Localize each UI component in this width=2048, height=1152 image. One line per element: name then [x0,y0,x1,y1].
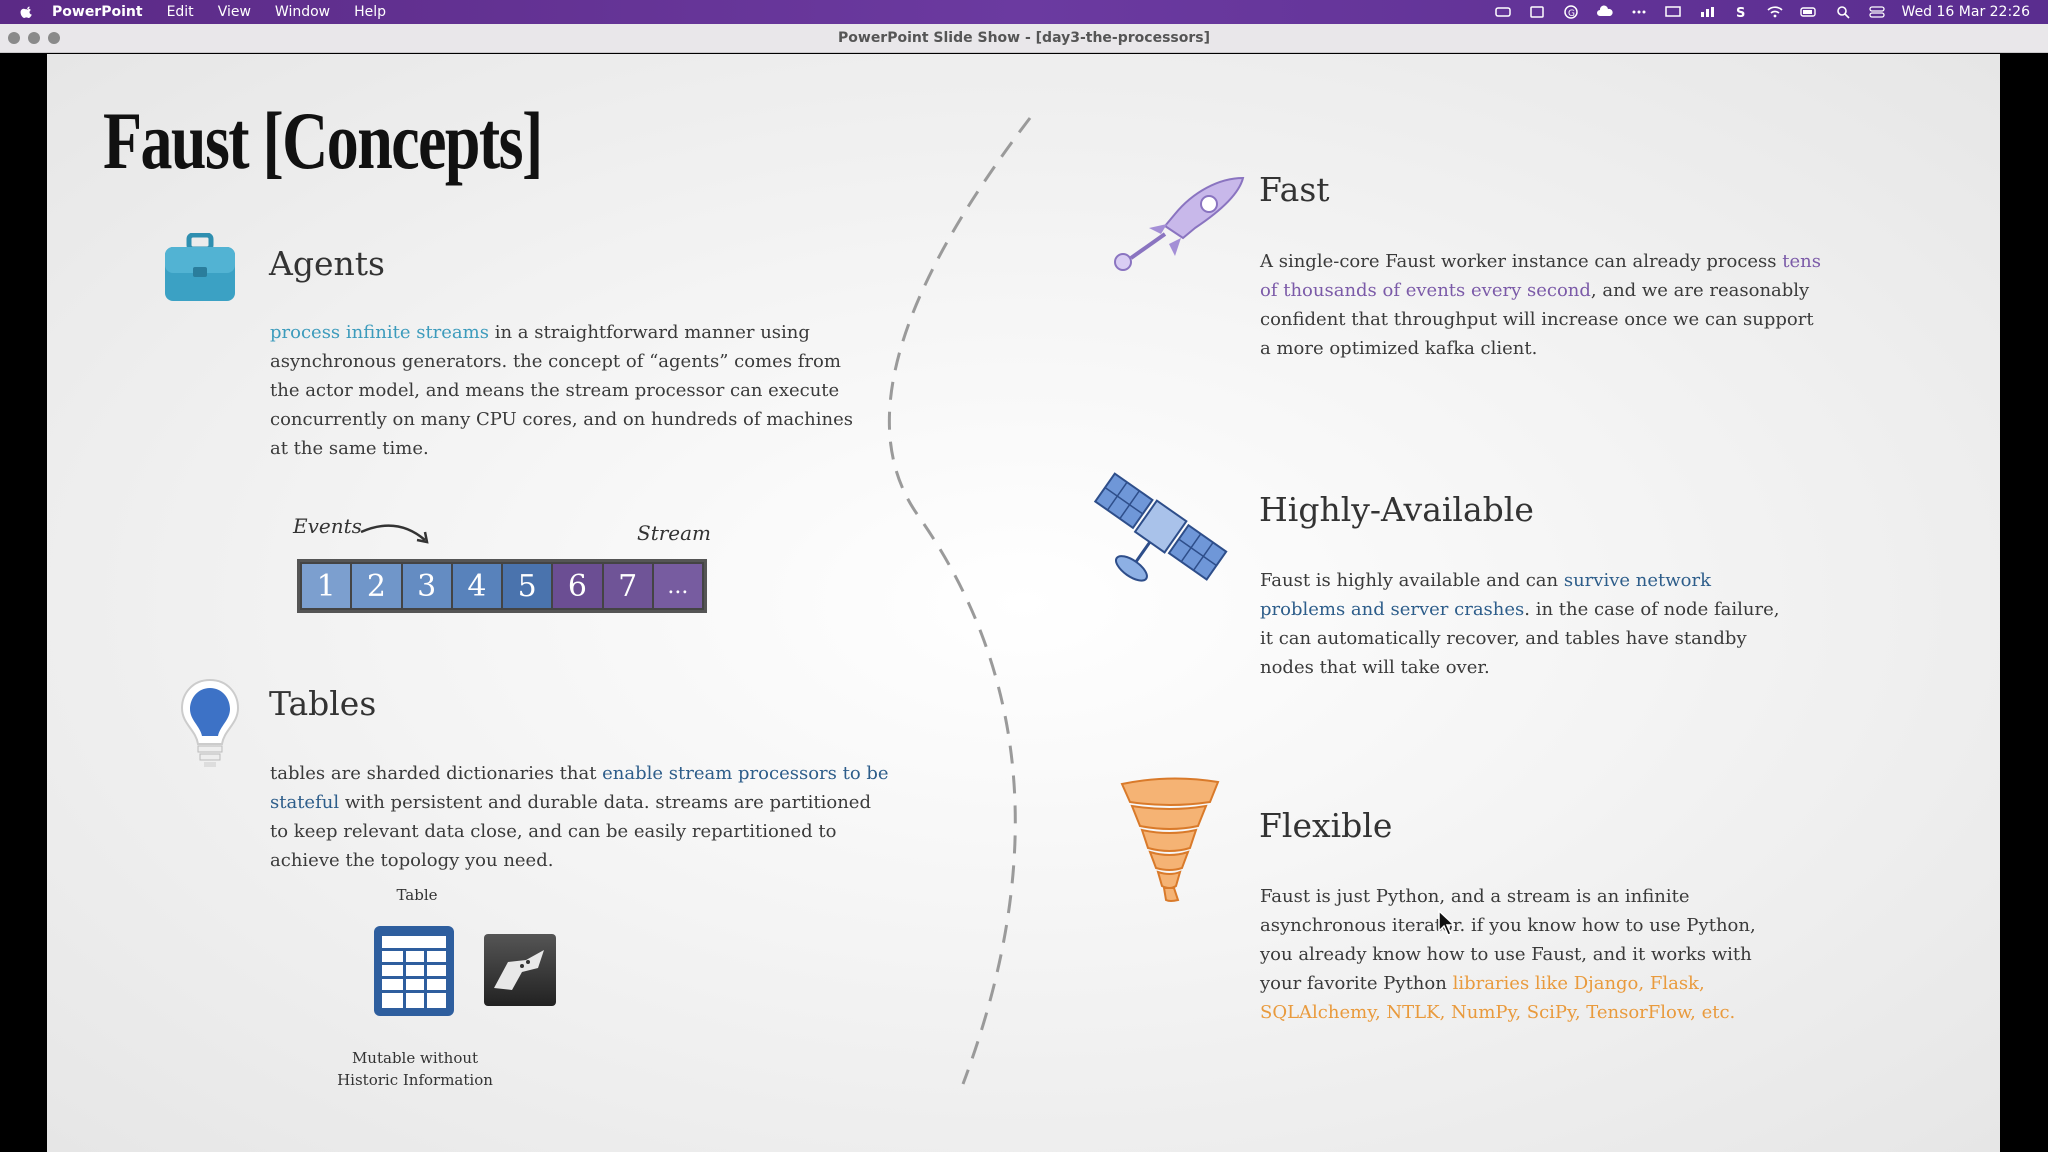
stream-cell: 4 [452,564,501,608]
cloud-icon[interactable] [1596,5,1614,19]
lightbulb-icon [180,678,240,774]
table-caption-line2: Historic Information [337,1071,493,1089]
tables-pre: tables are sharded dictionaries that [270,763,603,784]
slide: Faust [Concepts] Agents process infinite… [47,54,2000,1152]
stream-cell: 7 [603,564,652,608]
table-caption: Mutable without Historic Information [325,1047,505,1091]
grammar-icon[interactable]: G [1562,5,1580,19]
stream-diagram: 1 2 3 4 5 6 7 ... [297,559,707,613]
tables-post: with persistent and durable data. stream… [270,792,871,871]
wifi-icon[interactable] [1766,5,1784,19]
menu-window[interactable]: Window [275,4,330,20]
faust-logo-icon [482,932,558,1008]
chart-icon[interactable] [1698,5,1716,19]
menu-help[interactable]: Help [354,4,386,20]
stream-cell: 1 [302,564,351,608]
table-icon [372,924,456,1018]
stream-cell: ... [653,564,702,608]
stream-cell: 2 [352,564,401,608]
ha-pre: Faust is highly available and can [1260,570,1564,591]
table-caption-line1: Mutable without [351,1049,479,1067]
agents-heading: Agents [269,244,385,283]
fast-pre: A single-core Faust worker instance can … [1260,251,1783,272]
tornado-icon [1120,776,1220,902]
satellite-icon [1089,459,1229,599]
tables-text: tables are sharded dictionaries that ena… [270,759,890,875]
events-label: Events [293,514,362,538]
stream-cell: 6 [553,564,602,608]
apple-icon[interactable] [20,5,34,19]
flexible-text: Faust is just Python, and a stream is an… [1260,882,1780,1027]
flexible-heading: Flexible [1259,806,1393,845]
stream-cell: 3 [402,564,451,608]
svg-text:G: G [1568,9,1575,19]
stream-cell: 5 [503,564,552,608]
svg-text:S: S [1736,6,1745,19]
fast-text: A single-core Faust worker instance can … [1260,247,1825,363]
fast-heading: Fast [1259,170,1330,209]
briefcase-icon [163,233,237,303]
control-center-icon[interactable] [1868,5,1886,19]
menu-bar: PowerPoint Edit View Window Help G S Wed… [0,0,2048,24]
menu-clock[interactable]: Wed 16 Mar 22:26 [1902,4,2030,20]
menu-view[interactable]: View [218,4,251,20]
skype-icon[interactable]: S [1732,5,1750,19]
more-icon[interactable] [1630,5,1648,19]
stream-label: Stream [637,521,712,545]
search-icon[interactable] [1834,5,1852,19]
ha-heading: Highly-Available [1259,490,1534,529]
window-title-bar: PowerPoint Slide Show - [day3-the-proces… [0,24,2048,53]
status-app-icon[interactable] [1494,5,1512,19]
agents-text: process infinite streams in a straightfo… [270,318,860,463]
arrow-icon [360,524,429,544]
ha-text: Faust is highly available and can surviv… [1260,566,1780,682]
menu-powerpoint[interactable]: PowerPoint [52,4,143,20]
status-area: G S Wed 16 Mar 22:26 [1494,0,2030,24]
rocket-icon [1109,172,1249,272]
agents-highlight: process infinite streams [270,322,489,343]
table-label: Table [396,886,438,904]
battery-icon[interactable] [1799,5,1818,19]
window-title: PowerPoint Slide Show - [day3-the-proces… [838,30,1210,46]
cursor-icon [1438,909,1456,936]
status-app-icon[interactable] [1528,5,1546,19]
menu-edit[interactable]: Edit [167,4,194,20]
display-icon[interactable] [1664,5,1682,19]
tables-heading: Tables [269,684,377,723]
